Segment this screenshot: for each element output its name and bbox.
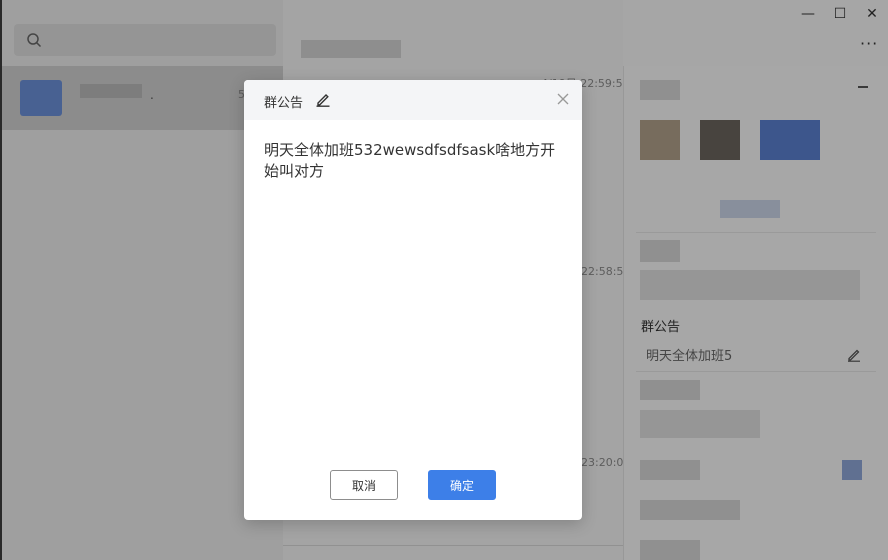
confirm-button[interactable]: 确定 — [428, 470, 496, 500]
dialog-header: 群公告 — [244, 80, 582, 120]
group-notice-dialog: 群公告 明天全体加班532wewsdfsdfsask啥地方开始叫对方 取消 确定 — [244, 80, 582, 520]
edit-icon[interactable] — [315, 91, 331, 107]
notice-content[interactable]: 明天全体加班532wewsdfsdfsask啥地方开始叫对方 — [264, 140, 564, 182]
cancel-button[interactable]: 取消 — [330, 470, 398, 500]
dialog-title: 群公告 — [264, 96, 304, 111]
close-icon[interactable] — [556, 92, 570, 106]
